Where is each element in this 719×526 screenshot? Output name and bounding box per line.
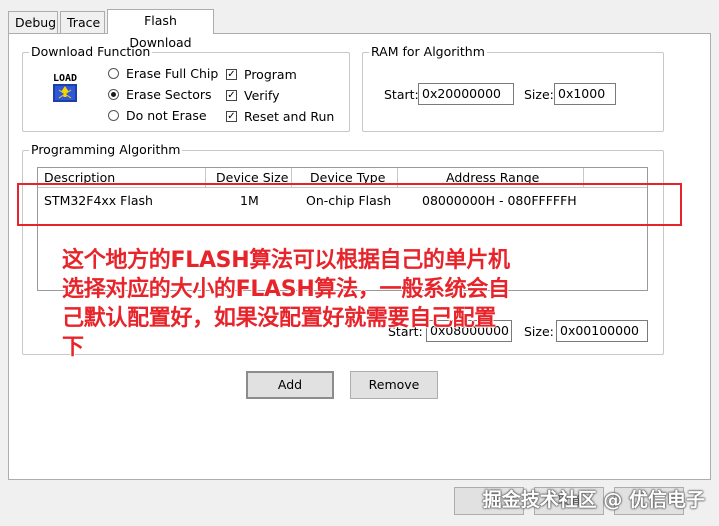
tab-debug[interactable]: Debug xyxy=(8,11,58,33)
check-reset-and-run[interactable]: ✓ Reset and Run xyxy=(226,109,334,124)
ram-for-algorithm-title: RAM for Algorithm xyxy=(369,44,487,60)
checkbox-label: Verify xyxy=(244,88,280,103)
annotation-text: 这个地方的FLASH算法可以根据自己的单片机 选择对应的大小的FLASH算法，一… xyxy=(62,246,622,362)
check-verify[interactable]: ✓ Verify xyxy=(226,88,279,103)
annotation-line: 己默认配置好，如果没配置好就需要自己配置 xyxy=(62,306,497,331)
radio-erase-full-chip[interactable]: Erase Full Chip xyxy=(108,66,218,81)
tab-trace[interactable]: Trace xyxy=(60,11,105,33)
radio-do-not-erase[interactable]: Do not Erase xyxy=(108,108,207,123)
remove-button[interactable]: Remove xyxy=(350,371,438,399)
ram-size-input[interactable]: 0x1000 xyxy=(554,83,616,105)
radio-button[interactable] xyxy=(108,110,119,121)
ram-size-label: Size: xyxy=(524,87,554,102)
watermark: 掘金技术社区 @ 优信电子 xyxy=(482,489,705,511)
radio-label: Do not Erase xyxy=(126,108,207,123)
checkbox-checked[interactable]: ✓ xyxy=(226,69,237,80)
load-icon: LOAD xyxy=(47,70,83,104)
checkbox-checked[interactable]: ✓ xyxy=(226,111,237,122)
load-icon-label: LOAD xyxy=(53,73,77,84)
checkbox-checked[interactable]: ✓ xyxy=(226,90,237,101)
flash-download-dialog: Debug Trace Flash Download Download Func… xyxy=(0,0,719,526)
radio-button-selected[interactable] xyxy=(108,89,119,100)
annotation-line: 选择对应的大小的FLASH算法，一般系统会自 xyxy=(62,277,510,302)
check-program[interactable]: ✓ Program xyxy=(226,67,297,82)
checkbox-label: Program xyxy=(244,67,297,82)
checkbox-label: Reset and Run xyxy=(244,109,335,124)
tab-flash-download[interactable]: Flash Download xyxy=(107,9,214,50)
annotation-line: 下 xyxy=(62,335,84,360)
add-button[interactable]: Add xyxy=(246,371,334,399)
highlight-box xyxy=(17,183,682,226)
annotation-line: 这个地方的FLASH算法可以根据自己的单片机 xyxy=(62,248,510,273)
radio-label: Erase Full Chip xyxy=(126,66,219,81)
programming-algorithm-title: Programming Algorithm xyxy=(29,142,183,158)
radio-button[interactable] xyxy=(108,68,119,79)
radio-erase-sectors[interactable]: Erase Sectors xyxy=(108,87,212,102)
ram-start-input[interactable]: 0x20000000 xyxy=(418,83,514,105)
radio-label: Erase Sectors xyxy=(126,87,212,102)
ram-start-label: Start: xyxy=(384,87,419,102)
